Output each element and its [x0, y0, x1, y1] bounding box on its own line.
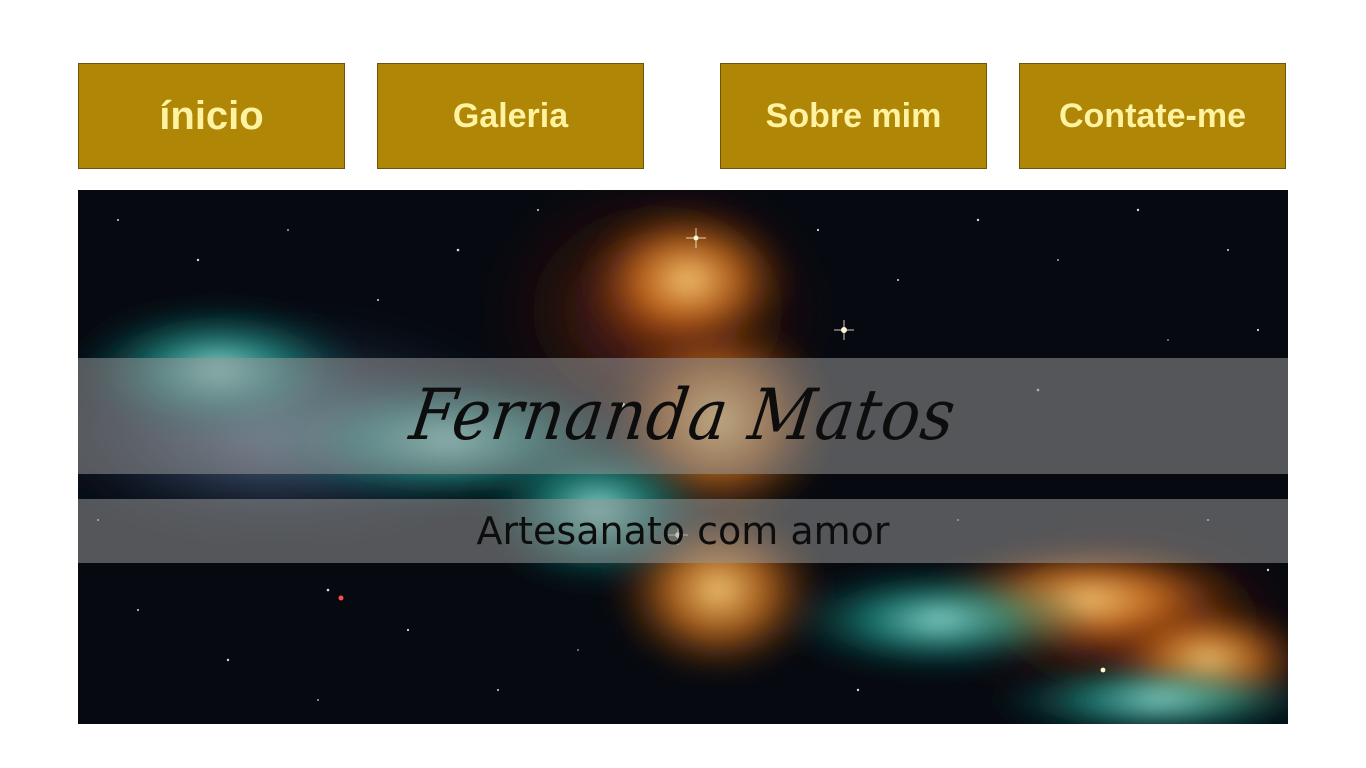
- nav-label-contate-me: Contate-me: [1058, 96, 1247, 135]
- nav-button-inicio[interactable]: ínicio: [78, 63, 345, 169]
- nav-label-sobre-mim: Sobre mim: [765, 96, 942, 135]
- site-subtitle: Artesanato com amor: [476, 509, 890, 553]
- nav-button-contate-me[interactable]: Contate-me: [1019, 63, 1286, 169]
- nav-label-galeria: Galeria: [452, 96, 569, 135]
- nav-label-inicio: ínicio: [159, 93, 264, 138]
- nav-button-sobre-mim[interactable]: Sobre mim: [720, 63, 987, 169]
- hero-banner: Fernanda Matos Artesanato com amor: [78, 190, 1288, 724]
- nav-button-galeria[interactable]: Galeria: [377, 63, 644, 169]
- subtitle-band: Artesanato com amor: [78, 499, 1288, 563]
- site-title: Fernanda Matos: [405, 375, 961, 457]
- title-band: Fernanda Matos: [78, 358, 1288, 474]
- page: ínicio Galeria Sobre mim Contate-me Fern…: [0, 0, 1366, 768]
